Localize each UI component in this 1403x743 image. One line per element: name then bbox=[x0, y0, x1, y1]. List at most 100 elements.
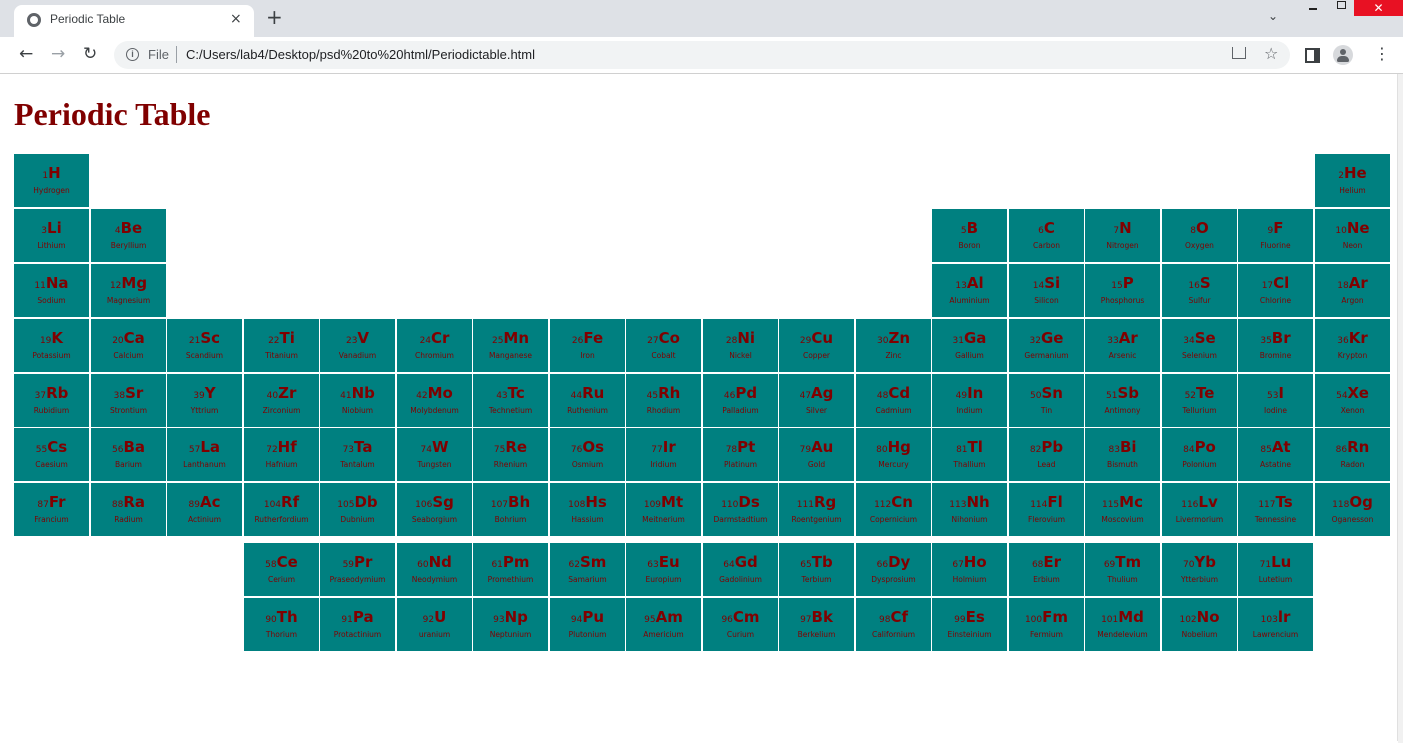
element-symbol: lr bbox=[1277, 608, 1291, 626]
element-cell: 13Al Aluminium bbox=[932, 264, 1007, 317]
element-symbol: Hf bbox=[277, 438, 297, 456]
element-symbol: Al bbox=[966, 274, 984, 292]
element-name: Scandium bbox=[185, 351, 224, 360]
element-cell: 27Co Cobalt bbox=[626, 319, 701, 372]
tab-search-icon[interactable]: ⌄ bbox=[1268, 9, 1278, 23]
share-icon[interactable] bbox=[1232, 47, 1246, 59]
element-symbol: Be bbox=[120, 219, 143, 237]
element-cell: 50Sn Tin bbox=[1009, 374, 1084, 427]
element-name: Manganese bbox=[488, 351, 533, 360]
url-scheme-label: File bbox=[148, 47, 169, 62]
element-cell: 22Ti Titanium bbox=[244, 319, 319, 372]
element-cell: 38Sr Strontium bbox=[91, 374, 166, 427]
element-symbol-line: 101Md bbox=[1085, 608, 1160, 629]
minimize-icon[interactable] bbox=[1306, 0, 1320, 14]
profile-avatar-icon[interactable] bbox=[1333, 45, 1353, 65]
element-symbol: Y bbox=[204, 384, 216, 402]
reload-icon[interactable]: ↻ bbox=[83, 45, 97, 63]
element-cell: 86Rn Radon bbox=[1315, 428, 1390, 481]
element-symbol-line: 20Ca bbox=[91, 329, 166, 350]
element-symbol-line: 76Os bbox=[550, 438, 625, 459]
element-cell: 15P Phosphorus bbox=[1085, 264, 1160, 317]
back-arrow-icon[interactable]: ← bbox=[19, 45, 33, 63]
window-close-button[interactable]: ✕ bbox=[1354, 0, 1403, 16]
element-name: Curium bbox=[726, 630, 755, 639]
element-symbol: Ar bbox=[1118, 329, 1138, 347]
element-name: Astatine bbox=[1260, 460, 1291, 469]
element-symbol-line: 110Ds bbox=[703, 493, 778, 514]
element-symbol-line: 21Sc bbox=[167, 329, 242, 350]
tab-close-icon[interactable]: × bbox=[230, 11, 242, 27]
element-name: Ruthenium bbox=[567, 406, 608, 415]
element-name: Carbon bbox=[1032, 241, 1061, 250]
element-cell: 20Ca Calcium bbox=[91, 319, 166, 372]
element-symbol: W bbox=[431, 438, 449, 456]
element-symbol: Hs bbox=[585, 493, 607, 511]
element-cell: 115Mc Moscovium bbox=[1085, 483, 1160, 536]
element-name: Samarium bbox=[568, 575, 607, 584]
kebab-menu-icon[interactable]: ⋮ bbox=[1374, 45, 1390, 63]
element-name: Lithium bbox=[37, 241, 66, 250]
element-name: Moscovium bbox=[1101, 515, 1144, 524]
element-name: Americium bbox=[643, 630, 684, 639]
element-symbol-line: 89Ac bbox=[167, 493, 242, 514]
bookmark-star-icon[interactable]: ☆ bbox=[1264, 44, 1278, 63]
element-cell: 24Cr Chromium bbox=[397, 319, 472, 372]
forward-arrow-icon[interactable]: → bbox=[51, 45, 65, 63]
element-name: Copernicium bbox=[869, 515, 918, 524]
element-symbol-line: 98Cf bbox=[856, 608, 931, 629]
element-symbol: Zn bbox=[888, 329, 910, 347]
atomic-number: 17 bbox=[1261, 281, 1274, 291]
atomic-number: 22 bbox=[268, 336, 280, 346]
element-cell: 63Eu Europium bbox=[626, 543, 701, 596]
element-symbol: Cs bbox=[47, 438, 68, 456]
element-cell: 95Am Americium bbox=[626, 598, 701, 651]
atomic-number: 95 bbox=[644, 615, 656, 625]
element-cell: 100Fm Fermium bbox=[1009, 598, 1084, 651]
element-cell: 116Lv Livermorium bbox=[1162, 483, 1237, 536]
element-symbol: Am bbox=[655, 608, 683, 626]
element-name: Platinum bbox=[723, 460, 758, 469]
element-cell: 41Nb Niobium bbox=[320, 374, 395, 427]
element-symbol-line: 106Sg bbox=[397, 493, 472, 514]
element-symbol-line: 3Li bbox=[14, 219, 89, 240]
element-cell: 79Au Gold bbox=[779, 428, 854, 481]
element-symbol-line: 93Np bbox=[473, 608, 548, 629]
address-bar[interactable]: i File C:/Users/lab4/Desktop/psd%20to%20… bbox=[114, 41, 1290, 69]
element-symbol: Sr bbox=[125, 384, 144, 402]
element-symbol: Lu bbox=[1271, 553, 1292, 571]
element-symbol-line: 54Xe bbox=[1315, 384, 1390, 405]
element-symbol-line: 31Ga bbox=[932, 329, 1007, 350]
element-cell: 84Po Polonium bbox=[1162, 428, 1237, 481]
info-icon[interactable]: i bbox=[126, 48, 139, 61]
element-symbol: Mg bbox=[121, 274, 148, 292]
element-symbol: Ti bbox=[279, 329, 295, 347]
element-symbol: Au bbox=[811, 438, 834, 456]
element-cell: 111Rg Roentgenium bbox=[779, 483, 854, 536]
element-cell: 61Pm Promethium bbox=[473, 543, 548, 596]
new-tab-button[interactable]: + bbox=[266, 7, 283, 27]
element-symbol-line: 49In bbox=[932, 384, 1007, 405]
address-divider bbox=[176, 46, 177, 63]
element-symbol: Po bbox=[1194, 438, 1216, 456]
element-name: Holmium bbox=[952, 575, 987, 584]
element-cell: 21Sc Scandium bbox=[167, 319, 242, 372]
maximize-icon[interactable] bbox=[1334, 0, 1348, 14]
element-cell: 2He Helium bbox=[1315, 154, 1390, 207]
element-name: Arsenic bbox=[1108, 351, 1137, 360]
element-symbol: Er bbox=[1043, 553, 1062, 571]
atomic-number: 79 bbox=[799, 445, 812, 455]
element-cell: 97Bk Berkelium bbox=[779, 598, 854, 651]
element-name: Thallium bbox=[953, 460, 986, 469]
element-symbol: Ho bbox=[963, 553, 987, 571]
atomic-number: 104 bbox=[263, 500, 282, 510]
element-cell: 107Bh Bohrium bbox=[473, 483, 548, 536]
element-name: Cadmium bbox=[875, 406, 912, 415]
side-panel-icon[interactable] bbox=[1305, 48, 1320, 63]
url-text[interactable]: C:/Users/lab4/Desktop/psd%20to%20html/Pe… bbox=[186, 47, 535, 62]
element-symbol-line: 51Sb bbox=[1085, 384, 1160, 405]
atomic-number: 51 bbox=[1106, 391, 1118, 401]
element-symbol-line: 60Nd bbox=[397, 553, 472, 574]
element-symbol-line: 68Er bbox=[1009, 553, 1084, 574]
browser-tab[interactable]: Periodic Table × bbox=[14, 5, 254, 37]
